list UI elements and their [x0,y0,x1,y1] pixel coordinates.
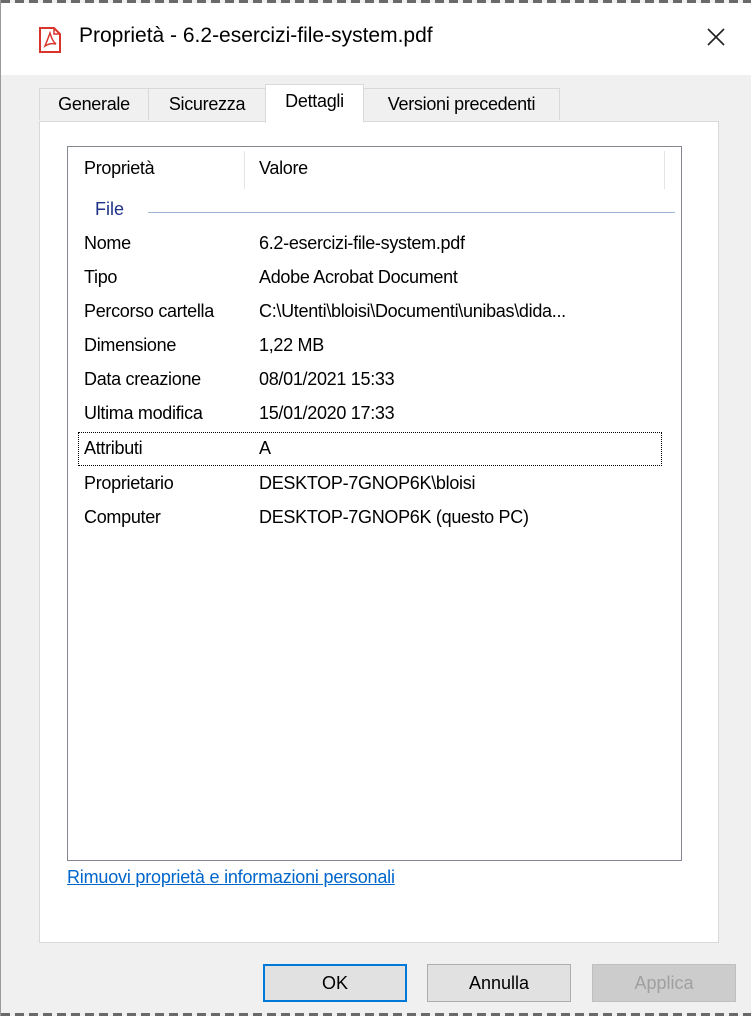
property-name: Proprietario [84,473,174,493]
tab-label: Generale [58,94,130,114]
property-name: Nome [84,233,131,253]
close-icon [706,27,726,52]
button-label: OK [321,972,348,993]
window-title: Proprietà - 6.2-esercizi-file-system.pdf [79,24,433,47]
column-header-value[interactable]: Valore [259,147,308,189]
property-name: Attributi [84,438,143,458]
property-list[interactable]: Proprietà Valore File Nome 6.2-esercizi-… [67,146,682,861]
table-row[interactable]: Percorso cartella C:\Utenti\bloisi\Docum… [68,295,681,329]
tab-versioni-precedenti[interactable]: Versioni precedenti [363,88,560,120]
column-separator[interactable] [244,151,245,189]
table-row[interactable]: Dimensione 1,22 MB [68,329,681,363]
close-button[interactable] [691,17,741,61]
tab-generale[interactable]: Generale [39,88,149,120]
property-value: 15/01/2020 17:33 [259,403,395,423]
tab-dettagli[interactable]: Dettagli [265,84,364,123]
property-value: 1,22 MB [259,335,324,355]
column-header-label: Proprietà [84,157,155,178]
table-row[interactable]: Computer DESKTOP-7GNOP6K (questo PC) [68,501,681,535]
group-header-file[interactable]: File [68,199,681,225]
property-value: DESKTOP-7GNOP6K\bloisi [259,473,476,493]
property-name: Data creazione [84,369,201,389]
tab-sicurezza[interactable]: Sicurezza [148,88,266,120]
remove-properties-link[interactable]: Rimuovi proprietà e informazioni persona… [67,867,395,888]
cancel-button[interactable]: Annulla [427,964,571,1002]
tab-label: Dettagli [285,91,344,111]
table-row[interactable]: Ultima modifica 15/01/2020 17:33 [68,397,681,431]
property-name: Ultima modifica [84,403,203,423]
table-row[interactable]: Proprietario DESKTOP-7GNOP6K\bloisi [68,467,681,501]
property-value: Adobe Acrobat Document [259,267,458,287]
group-divider [148,212,675,213]
title-bar: Proprietà - 6.2-esercizi-file-system.pdf [1,3,751,75]
table-row[interactable]: Nome 6.2-esercizi-file-system.pdf [68,227,681,261]
tab-strip: Generale Sicurezza Dettagli Versioni pre… [39,84,719,123]
ok-button[interactable]: OK [263,964,407,1002]
property-value: 08/01/2021 15:33 [259,369,395,389]
table-row[interactable]: Data creazione 08/01/2021 15:33 [68,363,681,397]
properties-dialog: Proprietà - 6.2-esercizi-file-system.pdf… [0,0,751,1016]
apply-button[interactable]: Applica [592,964,736,1002]
details-panel: Proprietà Valore File Nome 6.2-esercizi-… [39,121,719,943]
column-header-property[interactable]: Proprietà [84,147,155,189]
button-label: Annulla [468,972,530,993]
property-name: Tipo [84,267,118,287]
column-separator[interactable] [664,151,665,189]
property-name: Computer [84,507,161,527]
tab-label: Sicurezza [168,94,246,114]
property-name: Percorso cartella [84,301,214,321]
table-row[interactable]: Tipo Adobe Acrobat Document [68,261,681,295]
group-label: File [95,199,125,219]
property-name: Dimensione [84,335,177,355]
table-row-focused[interactable]: Attributi A [78,432,662,466]
column-header-label: Valore [259,157,308,178]
property-value: A [259,438,271,458]
button-label: Applica [634,972,694,993]
pdf-file-icon [39,27,61,53]
property-value: DESKTOP-7GNOP6K (questo PC) [259,507,529,527]
property-value: 6.2-esercizi-file-system.pdf [259,233,465,253]
property-value: C:\Utenti\bloisi\Documenti\unibas\dida..… [259,301,566,321]
column-header-bar: Proprietà Valore [68,147,681,189]
tab-label: Versioni precedenti [387,94,536,114]
